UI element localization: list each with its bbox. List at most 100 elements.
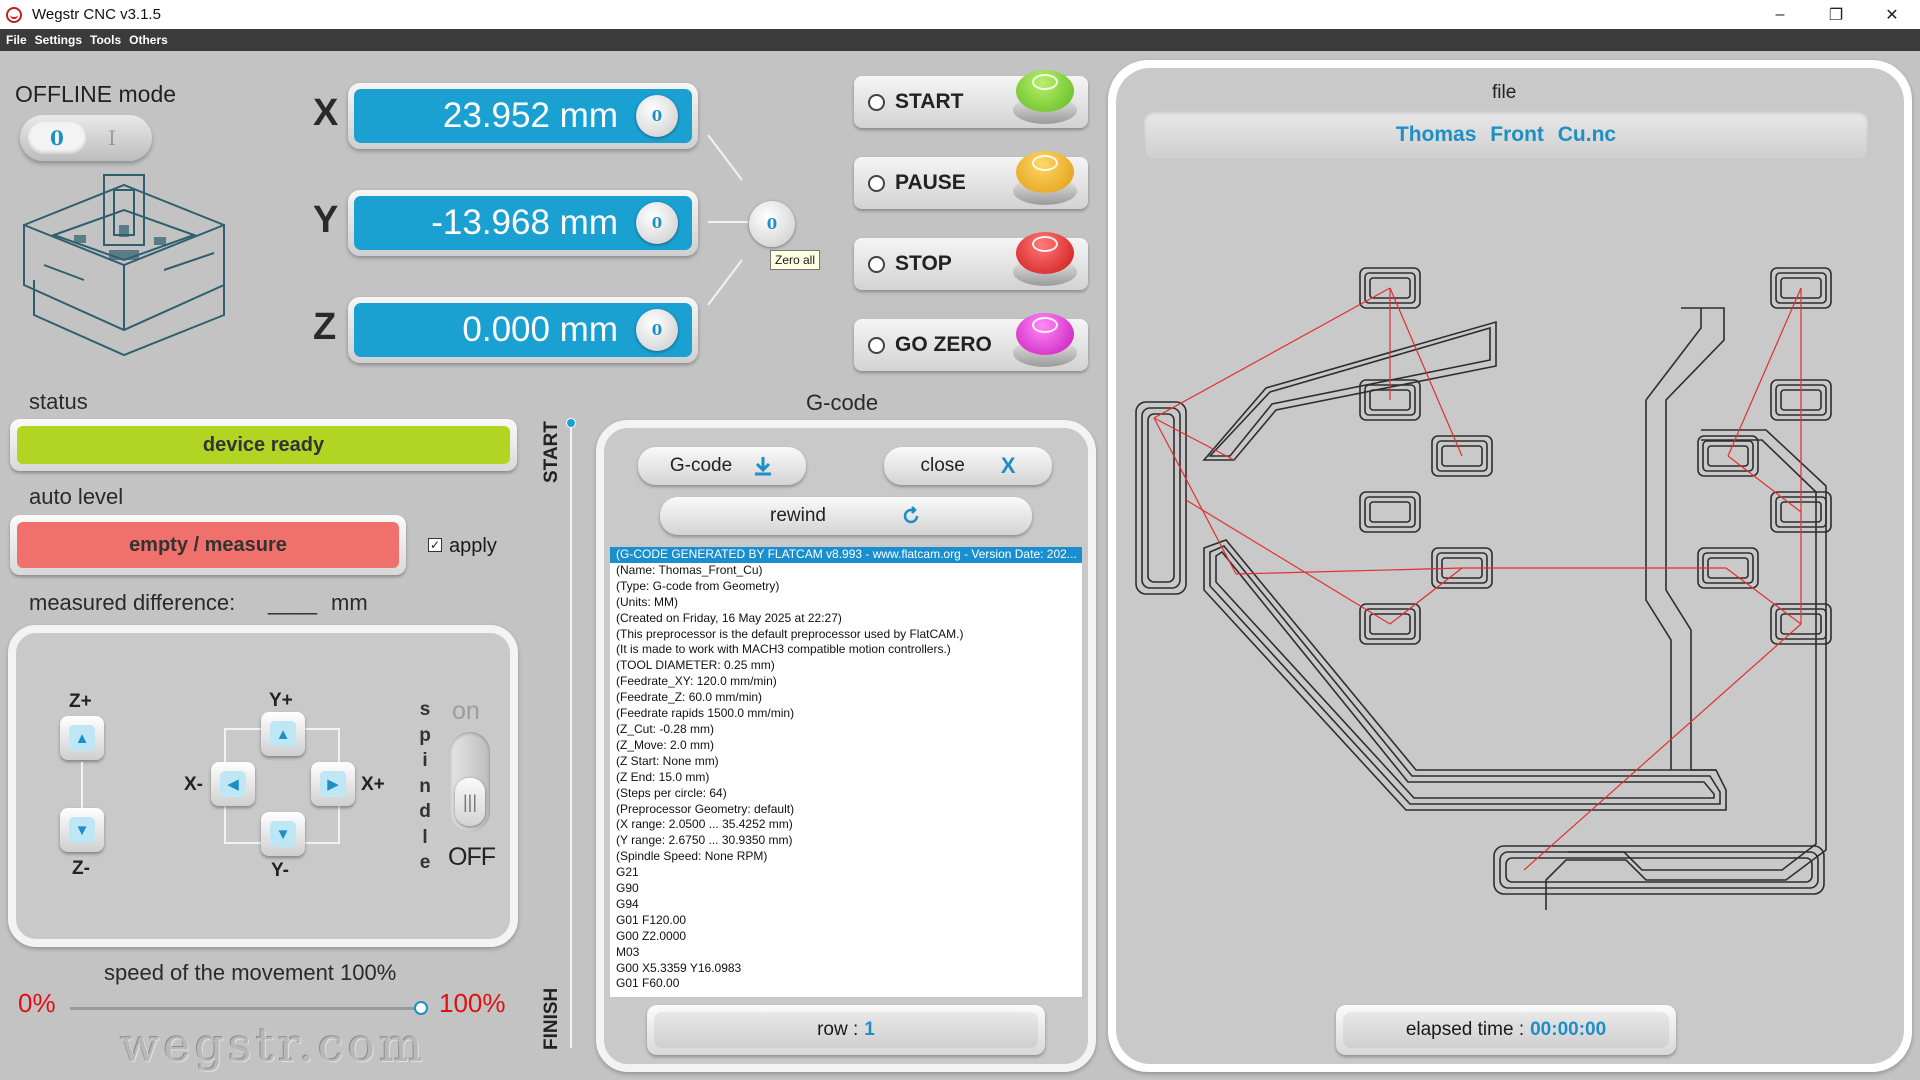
gcode-line[interactable]: (Steps per circle: 64): [610, 786, 1082, 802]
z-minus-label: Z-: [72, 858, 90, 879]
jog-x-minus-button[interactable]: ◀: [211, 762, 255, 806]
zero-z-button[interactable]: 0: [636, 309, 678, 351]
stop-button[interactable]: STOP: [854, 232, 1088, 290]
gcode-line[interactable]: (Type: G-code from Geometry): [610, 579, 1082, 595]
y-plus-label: Y+: [269, 690, 293, 711]
gcode-line[interactable]: (Name: Thomas_Front_Cu): [610, 563, 1082, 579]
auto-level-frame: empty / measure: [10, 515, 406, 575]
speed-slider-track[interactable]: [70, 1007, 422, 1010]
gcode-line[interactable]: (Feedrate_XY: 120.0 mm/min): [610, 674, 1082, 690]
gcode-line[interactable]: (Spindle Speed: None RPM): [610, 849, 1082, 865]
restore-button[interactable]: ❐: [1808, 0, 1864, 29]
gcode-list[interactable]: (G-CODE GENERATED BY FLATCAM v8.993 - ww…: [610, 547, 1082, 997]
file-label: file: [1492, 82, 1517, 103]
spindle-switch-knob[interactable]: |||: [455, 778, 485, 826]
zero-x-button[interactable]: 0: [636, 95, 678, 137]
gcode-line[interactable]: (Units: MM): [610, 595, 1082, 611]
gcode-title: G-code: [806, 390, 879, 415]
x-minus-label: X-: [184, 774, 203, 795]
minimize-button[interactable]: –: [1752, 0, 1808, 29]
elapsed-value: 00:00:00: [1530, 1019, 1607, 1040]
apply-checkbox[interactable]: ✓: [428, 538, 442, 552]
status-label: status: [29, 389, 88, 414]
go-zero-button[interactable]: GO ZERO: [854, 313, 1088, 371]
gcode-line[interactable]: (G-CODE GENERATED BY FLATCAM v8.993 - ww…: [610, 547, 1082, 563]
stop-radio[interactable]: [868, 255, 885, 273]
pause-button[interactable]: PAUSE: [854, 151, 1088, 209]
apply-label: apply: [449, 535, 497, 557]
jog-z-minus-button[interactable]: ▼: [60, 808, 104, 852]
status-frame: device ready: [10, 419, 517, 471]
pad: [1359, 267, 1832, 645]
gcode-line[interactable]: (Preprocessor Geometry: default): [610, 802, 1082, 818]
go-zero-radio[interactable]: [868, 336, 885, 354]
window-title: Wegstr CNC v3.1.5: [32, 6, 161, 23]
z-axis-value: 0.000 mm: [462, 310, 618, 349]
z-connector: [81, 762, 83, 812]
gcode-line[interactable]: (TOOL DIAMETER: 0.25 mm): [610, 658, 1082, 674]
progress-marker: [566, 418, 576, 428]
spindle-switch[interactable]: |||: [450, 732, 490, 832]
speed-slider-thumb[interactable]: [414, 1001, 428, 1015]
gcode-line[interactable]: G01 F60.00: [610, 976, 1082, 992]
jog-x-plus-button[interactable]: ▶: [311, 762, 355, 806]
jog-y-minus-button[interactable]: ▼: [261, 812, 305, 856]
progress-finish-label: FINISH: [541, 987, 562, 1050]
gcode-line[interactable]: (This preprocessor is the default prepro…: [610, 627, 1082, 643]
gcode-line[interactable]: G21: [610, 865, 1082, 881]
y-axis-readout: -13.968 mm 0: [348, 190, 698, 256]
x-axis-readout: 23.952 mm 0: [348, 83, 698, 149]
row-indicator: row : 1: [647, 1005, 1045, 1055]
wegstr-watermark: wegstr.com: [120, 1018, 427, 1072]
gcode-line[interactable]: M03: [610, 945, 1082, 961]
gcode-line[interactable]: (Z_Cut: -0.28 mm): [610, 722, 1082, 738]
stop-icon[interactable]: [1010, 228, 1080, 290]
gcode-line[interactable]: (Z End: 15.0 mm): [610, 770, 1082, 786]
title-bar: Wegstr CNC v3.1.5 – ❐ ✕: [0, 0, 1920, 29]
start-button[interactable]: START: [854, 70, 1088, 128]
elapsed-label: elapsed time :: [1405, 1019, 1525, 1040]
gcode-line[interactable]: (X range: 2.0500 ... 35.4252 mm): [610, 817, 1082, 833]
spindle-off-label: OFF: [448, 843, 496, 871]
toolpath-preview[interactable]: [1126, 170, 1896, 1000]
menu-settings[interactable]: Settings: [35, 33, 82, 47]
gcode-line[interactable]: (Feedrate rapids 1500.0 mm/min): [610, 706, 1082, 722]
start-play-icon[interactable]: [1010, 66, 1080, 128]
start-radio[interactable]: [868, 93, 885, 111]
gcode-line[interactable]: G94: [610, 897, 1082, 913]
menu-file[interactable]: File: [6, 33, 27, 47]
arrow-right-icon: ▶: [320, 771, 346, 797]
menu-others[interactable]: Others: [129, 33, 168, 47]
gcode-download-button[interactable]: G-code: [638, 447, 806, 485]
zero-all-button[interactable]: 0: [749, 201, 795, 247]
gcode-line[interactable]: G90: [610, 881, 1082, 897]
speed-max-label: 100%: [439, 988, 506, 1018]
speed-min-label: 0%: [18, 988, 56, 1018]
rewind-button[interactable]: rewind: [660, 497, 1032, 535]
row-label: row :: [817, 1019, 859, 1040]
gcode-line[interactable]: (Z Start: None mm): [610, 754, 1082, 770]
gcode-line[interactable]: (Feedrate_Z: 60.0 mm/min): [610, 690, 1082, 706]
gcode-line[interactable]: (Created on Friday, 16 May 2025 at 22:27…: [610, 611, 1082, 627]
gcode-line[interactable]: G00 Z2.0000: [610, 929, 1082, 945]
gcode-line[interactable]: (Y range: 2.6750 ... 30.9350 mm): [610, 833, 1082, 849]
jog-z-plus-button[interactable]: ▲: [60, 716, 104, 760]
start-label: START: [895, 90, 964, 113]
jog-y-plus-button[interactable]: ▲: [261, 712, 305, 756]
gcode-line[interactable]: G00 X5.3359 Y16.0983: [610, 961, 1082, 977]
empty-measure-button[interactable]: empty / measure: [17, 522, 399, 568]
gcode-line[interactable]: (It is made to work with MACH3 compatibl…: [610, 642, 1082, 658]
toggle-off-knob: 0: [28, 122, 86, 154]
close-window-button[interactable]: ✕: [1864, 0, 1920, 29]
pause-icon[interactable]: [1010, 147, 1080, 209]
offline-mode-toggle[interactable]: 0 I: [20, 115, 152, 161]
zero-y-button[interactable]: 0: [636, 202, 678, 244]
pause-radio[interactable]: [868, 174, 885, 192]
menu-tools[interactable]: Tools: [90, 33, 121, 47]
gcode-line[interactable]: G01 F120.00: [610, 913, 1082, 929]
gcode-close-button[interactable]: close X: [884, 447, 1052, 485]
gcode-line[interactable]: (Z_Move: 2.0 mm): [610, 738, 1082, 754]
measured-difference-value: ____: [268, 590, 317, 615]
go-zero-crosshair-icon[interactable]: [1010, 309, 1080, 371]
spindle-label: s p i n d l e: [419, 699, 431, 873]
